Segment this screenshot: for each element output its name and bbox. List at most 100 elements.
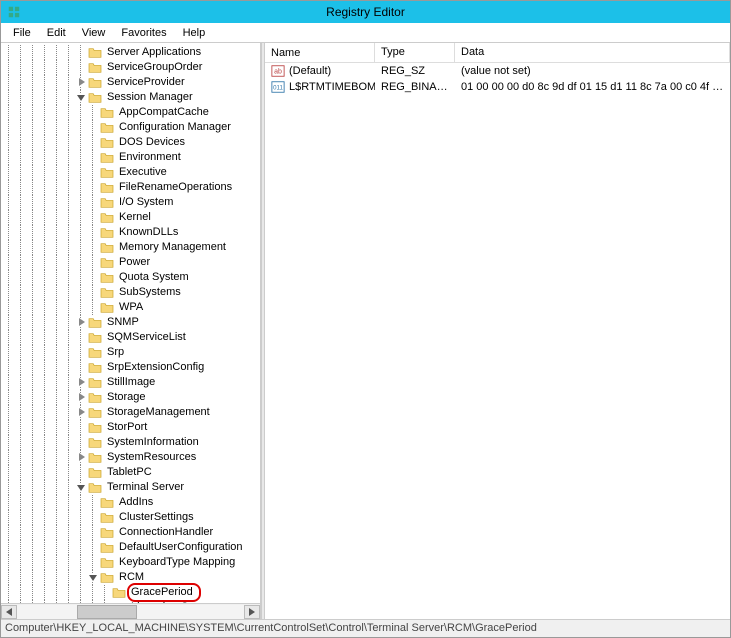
list-row[interactable]: ab(Default)REG_SZ(value not set) <box>265 63 730 79</box>
tree-label[interactable]: AddIns <box>117 495 155 510</box>
tree-label[interactable]: FileRenameOperations <box>117 180 234 195</box>
tree-node[interactable]: Terminal Server <box>3 480 245 495</box>
tree-node[interactable]: FileRenameOperations <box>3 180 245 195</box>
tree-scroll[interactable]: Server ApplicationsServiceGroupOrderServ… <box>1 43 260 603</box>
tree-node[interactable]: SNMP <box>3 315 245 330</box>
menu-help[interactable]: Help <box>175 25 214 41</box>
tree-label[interactable]: SystemResources <box>105 450 198 465</box>
tree-node[interactable]: KeyboardType Mapping <box>3 555 245 570</box>
tree-hscrollbar[interactable] <box>1 603 260 619</box>
tree-node[interactable]: StillImage <box>3 375 245 390</box>
tree-node[interactable]: I/O System <box>3 195 245 210</box>
col-type[interactable]: Type <box>375 43 455 62</box>
tree-node[interactable]: Environment <box>3 150 245 165</box>
tree-label[interactable]: SrpExtensionConfig <box>105 360 206 375</box>
tree-label[interactable]: SubSystems <box>117 285 183 300</box>
menu-view[interactable]: View <box>74 25 114 41</box>
col-data[interactable]: Data <box>455 43 730 62</box>
tree-node[interactable]: Licensing Core <box>3 600 245 603</box>
expand-icon[interactable] <box>75 450 87 465</box>
tree-label[interactable]: TabletPC <box>105 465 154 480</box>
tree-label[interactable]: Power <box>117 255 152 270</box>
scroll-track[interactable] <box>17 605 244 619</box>
tree-node[interactable]: StorPort <box>3 420 245 435</box>
tree-node[interactable]: KnownDLLs <box>3 225 245 240</box>
tree-node[interactable]: SubSystems <box>3 285 245 300</box>
scroll-thumb[interactable] <box>77 605 137 619</box>
tree-label[interactable]: ConnectionHandler <box>117 525 215 540</box>
tree-label[interactable]: DOS Devices <box>117 135 187 150</box>
list-body[interactable]: ab(Default)REG_SZ(value not set)011L$RTM… <box>265 63 730 619</box>
tree-label[interactable]: Memory Management <box>117 240 228 255</box>
tree-label[interactable]: Executive <box>117 165 169 180</box>
tree-label[interactable]: SQMServiceList <box>105 330 188 345</box>
tree-node[interactable]: Session Manager <box>3 90 245 105</box>
tree-node[interactable]: Storage <box>3 390 245 405</box>
tree-node[interactable]: SystemResources <box>3 450 245 465</box>
tree-label[interactable]: KeyboardType Mapping <box>117 555 237 570</box>
tree-label[interactable]: Licensing Core <box>129 600 206 603</box>
tree-label[interactable]: StillImage <box>105 375 157 390</box>
tree-label[interactable]: Session Manager <box>105 90 195 105</box>
tree-label[interactable]: Kernel <box>117 210 153 225</box>
tree-node[interactable]: ServiceGroupOrder <box>3 60 245 75</box>
tree-label[interactable]: Quota System <box>117 270 191 285</box>
tree-node[interactable]: ClusterSettings <box>3 510 245 525</box>
tree-node[interactable]: TabletPC <box>3 465 245 480</box>
expand-icon[interactable] <box>75 390 87 405</box>
tree-node[interactable]: Quota System <box>3 270 245 285</box>
tree-node[interactable]: Memory Management <box>3 240 245 255</box>
tree-label[interactable]: Server Applications <box>105 45 203 60</box>
tree-node[interactable]: Kernel <box>3 210 245 225</box>
tree-node[interactable]: AddIns <box>3 495 245 510</box>
menu-file[interactable]: File <box>5 25 39 41</box>
tree-node[interactable]: ConnectionHandler <box>3 525 245 540</box>
tree-node[interactable]: WPA <box>3 300 245 315</box>
tree-label[interactable]: SNMP <box>105 315 141 330</box>
expand-icon[interactable] <box>75 405 87 420</box>
tree-node[interactable]: DOS Devices <box>3 135 245 150</box>
tree-node[interactable]: Srp <box>3 345 245 360</box>
tree-label[interactable]: DefaultUserConfiguration <box>117 540 245 555</box>
collapse-icon[interactable] <box>87 570 99 585</box>
tree-node[interactable]: StorageManagement <box>3 405 245 420</box>
tree-node[interactable]: Executive <box>3 165 245 180</box>
tree-node[interactable]: RCM <box>3 570 245 585</box>
col-name[interactable]: Name <box>265 43 375 62</box>
tree-label[interactable]: ServiceGroupOrder <box>105 60 204 75</box>
collapse-icon[interactable] <box>75 480 87 495</box>
list-row[interactable]: 011L$RTMTIMEBOMB_132...REG_BINARY01 00 0… <box>265 79 730 95</box>
tree-label[interactable]: Terminal Server <box>105 480 186 495</box>
tree-label[interactable]: Storage <box>105 390 148 405</box>
scroll-left-button[interactable] <box>1 605 17 619</box>
tree-label[interactable]: Srp <box>105 345 126 360</box>
expand-icon[interactable] <box>75 315 87 330</box>
tree-label[interactable]: KnownDLLs <box>117 225 180 240</box>
tree-label[interactable]: StorPort <box>105 420 149 435</box>
menu-favorites[interactable]: Favorites <box>113 25 174 41</box>
menu-edit[interactable]: Edit <box>39 25 74 41</box>
tree-label[interactable]: ClusterSettings <box>117 510 196 525</box>
tree-node[interactable]: SQMServiceList <box>3 330 245 345</box>
tree-label[interactable]: Environment <box>117 150 183 165</box>
tree-label[interactable]: AppCompatCache <box>117 105 211 120</box>
tree-node[interactable]: Configuration Manager <box>3 120 245 135</box>
tree-label[interactable]: WPA <box>117 300 145 315</box>
tree-node[interactable]: Server Applications <box>3 45 245 60</box>
expand-icon[interactable] <box>75 75 87 90</box>
tree-node[interactable]: AppCompatCache <box>3 105 245 120</box>
tree-node[interactable]: ServiceProvider <box>3 75 245 90</box>
expand-icon[interactable] <box>75 375 87 390</box>
collapse-icon[interactable] <box>75 90 87 105</box>
tree-node[interactable]: Power <box>3 255 245 270</box>
tree-label[interactable]: Configuration Manager <box>117 120 233 135</box>
tree-node[interactable]: SystemInformation <box>3 435 245 450</box>
tree-label[interactable]: ServiceProvider <box>105 75 187 90</box>
tree-node[interactable]: GracePeriod <box>3 585 245 600</box>
tree-label[interactable]: StorageManagement <box>105 405 212 420</box>
tree-label[interactable]: SystemInformation <box>105 435 201 450</box>
tree-node[interactable]: SrpExtensionConfig <box>3 360 245 375</box>
scroll-right-button[interactable] <box>244 605 260 619</box>
tree-label[interactable]: I/O System <box>117 195 175 210</box>
tree-node[interactable]: DefaultUserConfiguration <box>3 540 245 555</box>
